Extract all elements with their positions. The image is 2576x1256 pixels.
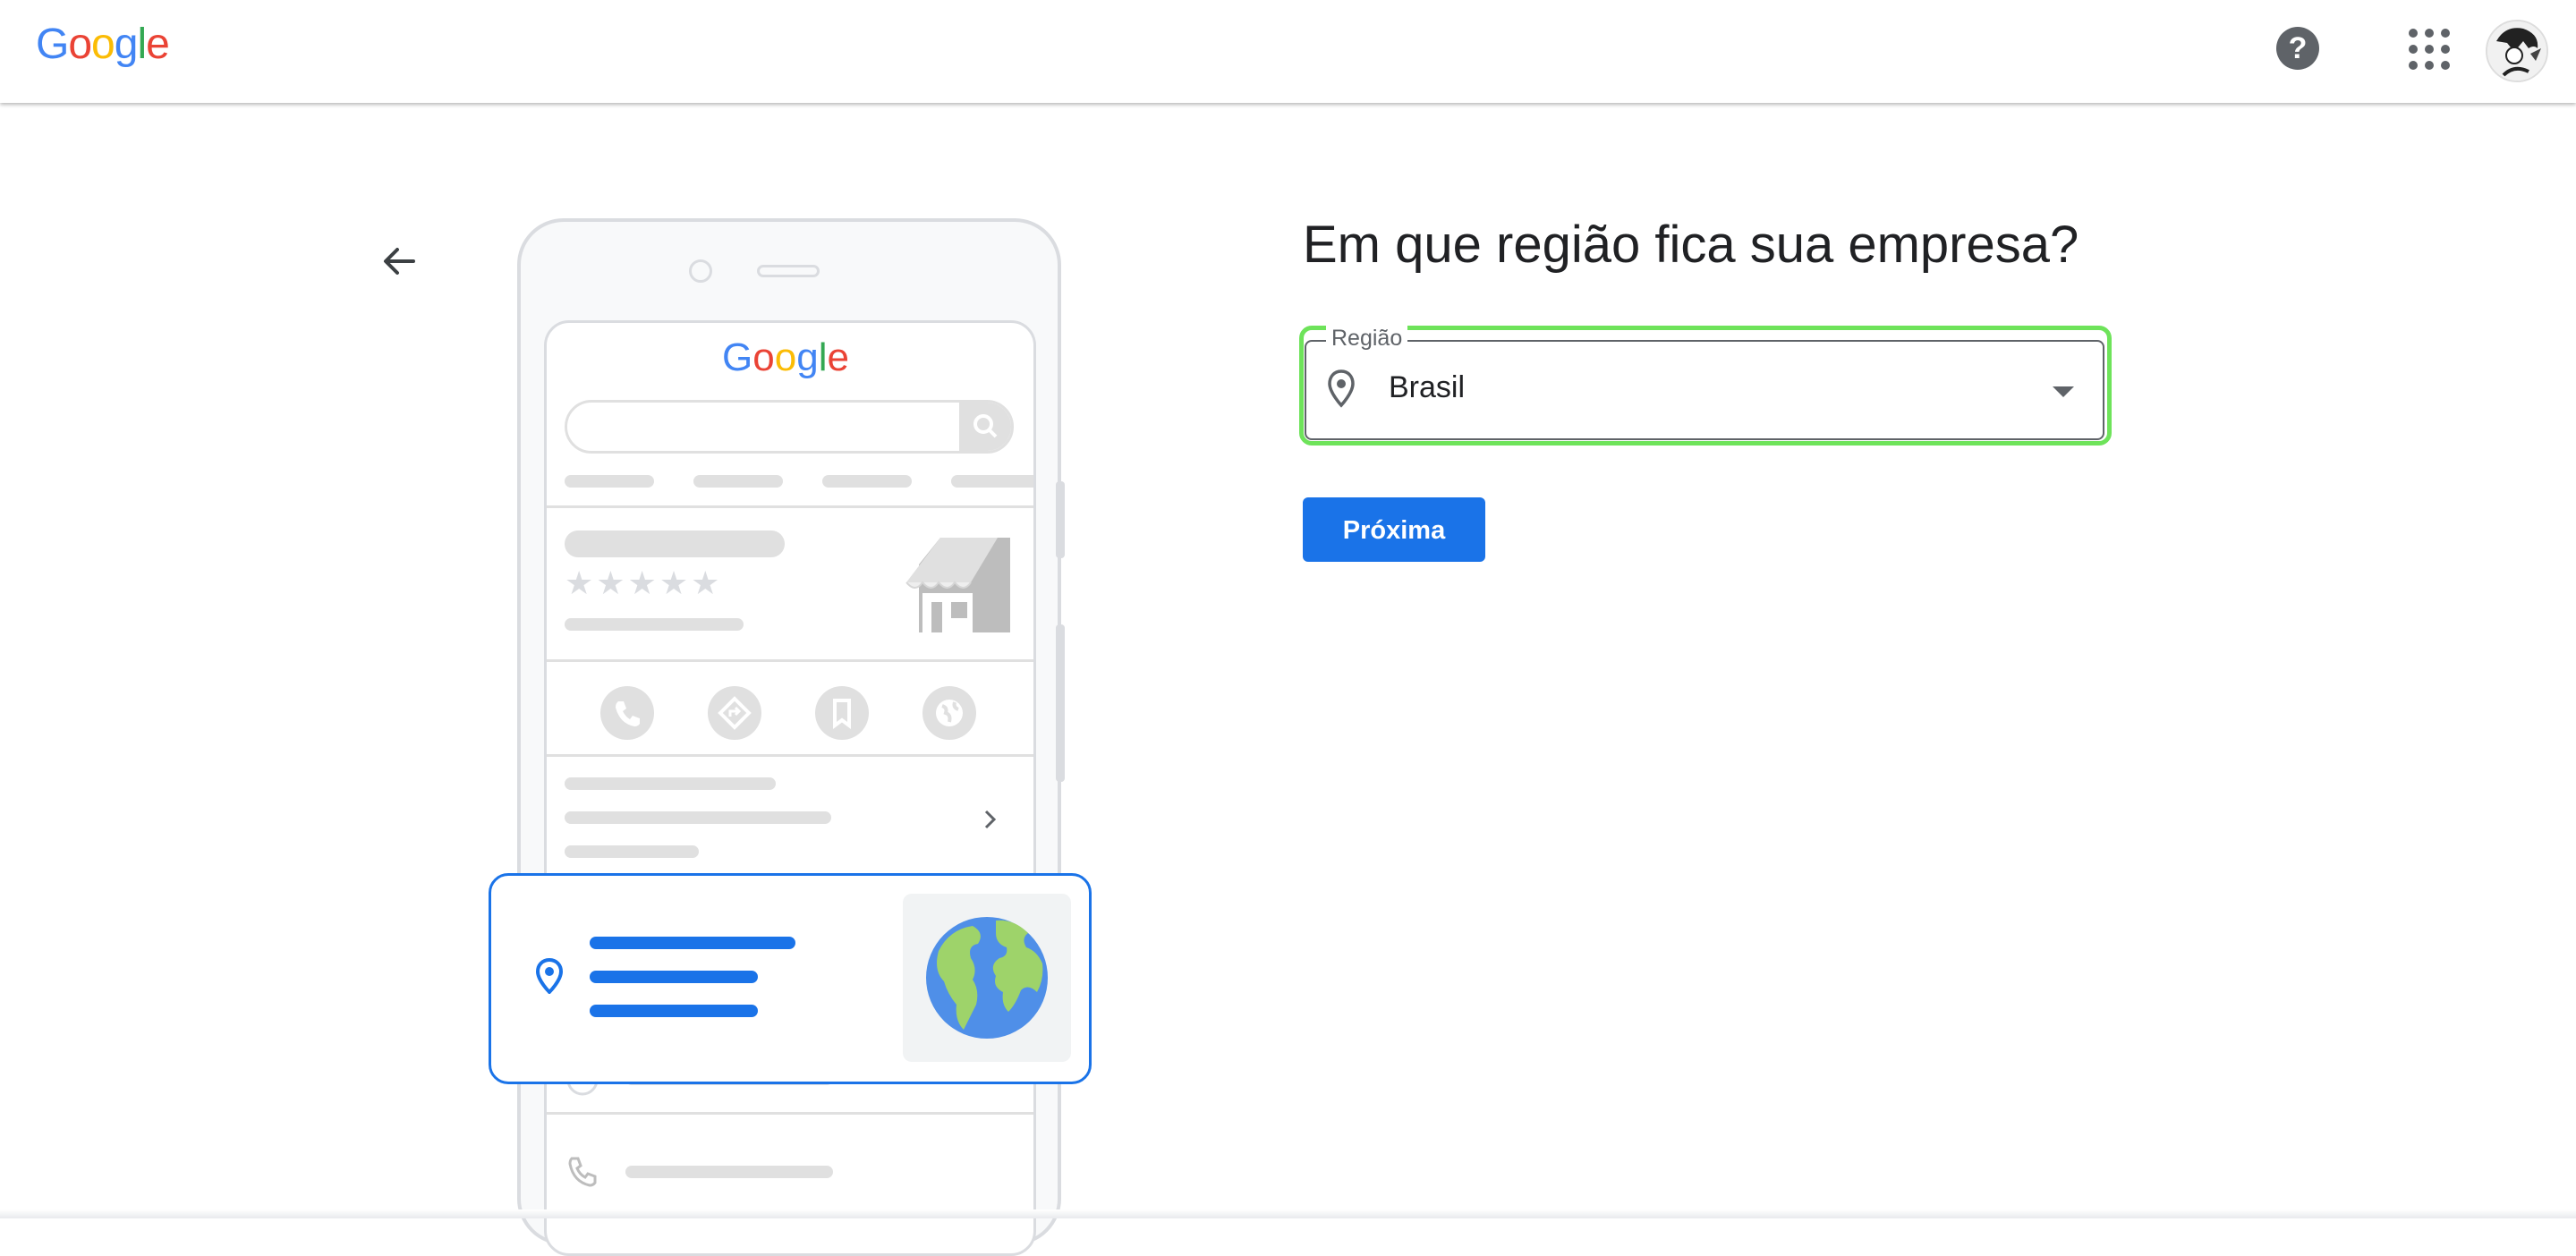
phone-camera [689, 259, 712, 283]
top-bar: Google ? [0, 0, 2576, 103]
phone-screen: Google ★★★★★ [544, 320, 1036, 1256]
card-line [590, 1005, 758, 1017]
arrow-back-icon [384, 248, 415, 275]
phone-speaker [757, 265, 820, 277]
region-field-label: Região [1326, 326, 1408, 352]
location-card-illustration [489, 873, 1092, 1084]
logo-letter: G [722, 335, 753, 379]
location-pin-icon [1326, 369, 1356, 412]
region-field-value[interactable]: Brasil [1389, 370, 1465, 405]
phone-icon [616, 701, 640, 726]
divider [547, 754, 1033, 757]
next-button[interactable]: Próxima [1303, 497, 1485, 562]
location-pin-icon [1328, 369, 1355, 408]
logo-letter: g [796, 335, 819, 379]
back-button[interactable] [376, 238, 422, 284]
placeholder-line [951, 475, 1033, 488]
phone-action-circle [600, 686, 654, 740]
globe-icon [936, 700, 963, 726]
placeholder-line [565, 530, 785, 557]
placeholder-line [565, 777, 776, 790]
logo-letter: l [818, 335, 828, 379]
phone-side-button [1056, 624, 1065, 782]
search-icon [973, 414, 998, 438]
rating-stars: ★★★★★ [565, 564, 723, 601]
divider [547, 1112, 1033, 1115]
logo-letter: o [91, 21, 115, 68]
card-line [590, 971, 758, 983]
logo-letter: e [827, 335, 849, 379]
phone-side-button [1056, 481, 1065, 558]
directions-icon [718, 696, 752, 730]
phone-google-logo: Google [722, 335, 849, 380]
apps-icon[interactable] [2407, 27, 2452, 72]
google-logo[interactable]: Google [36, 20, 170, 69]
phone-action-circle [815, 686, 869, 740]
logo-letter: l [137, 21, 147, 68]
placeholder-line [565, 618, 744, 631]
placeholder-line [822, 475, 912, 488]
placeholder-line [565, 845, 699, 858]
divider [547, 659, 1033, 662]
bookmark-icon [833, 699, 851, 729]
help-icon[interactable]: ? [2276, 27, 2319, 70]
placeholder-line [625, 1166, 833, 1178]
dropdown-arrow-icon[interactable] [2053, 386, 2074, 397]
phone-call-icon [568, 1157, 597, 1187]
location-pin-icon [536, 958, 563, 994]
logo-letter: G [36, 21, 69, 68]
divider [547, 505, 1033, 508]
phone-search-bar [565, 400, 1014, 454]
phone-action-circle [922, 686, 976, 740]
chevron-right-icon [984, 810, 997, 829]
placeholder-line [565, 475, 654, 488]
logo-letter: o [68, 21, 92, 68]
bottom-edge [0, 1209, 2576, 1218]
logo-letter: o [774, 335, 797, 379]
card-line [590, 937, 795, 949]
phone-illustration: Google ★★★★★ [517, 218, 1065, 1256]
globe-icon [926, 917, 1048, 1039]
placeholder-line [565, 811, 831, 824]
globe-tile [903, 894, 1071, 1062]
phone-action-circle [708, 686, 761, 740]
account-avatar[interactable] [2486, 20, 2548, 82]
placeholder-line [693, 475, 783, 488]
avatar-image [2487, 21, 2546, 81]
page-title: Em que região fica sua empresa? [1303, 216, 2079, 274]
logo-letter: o [752, 335, 775, 379]
logo-letter: e [146, 21, 170, 68]
phone-search-icon [959, 403, 1011, 451]
storefront-icon [905, 538, 1010, 632]
logo-letter: g [114, 21, 139, 68]
